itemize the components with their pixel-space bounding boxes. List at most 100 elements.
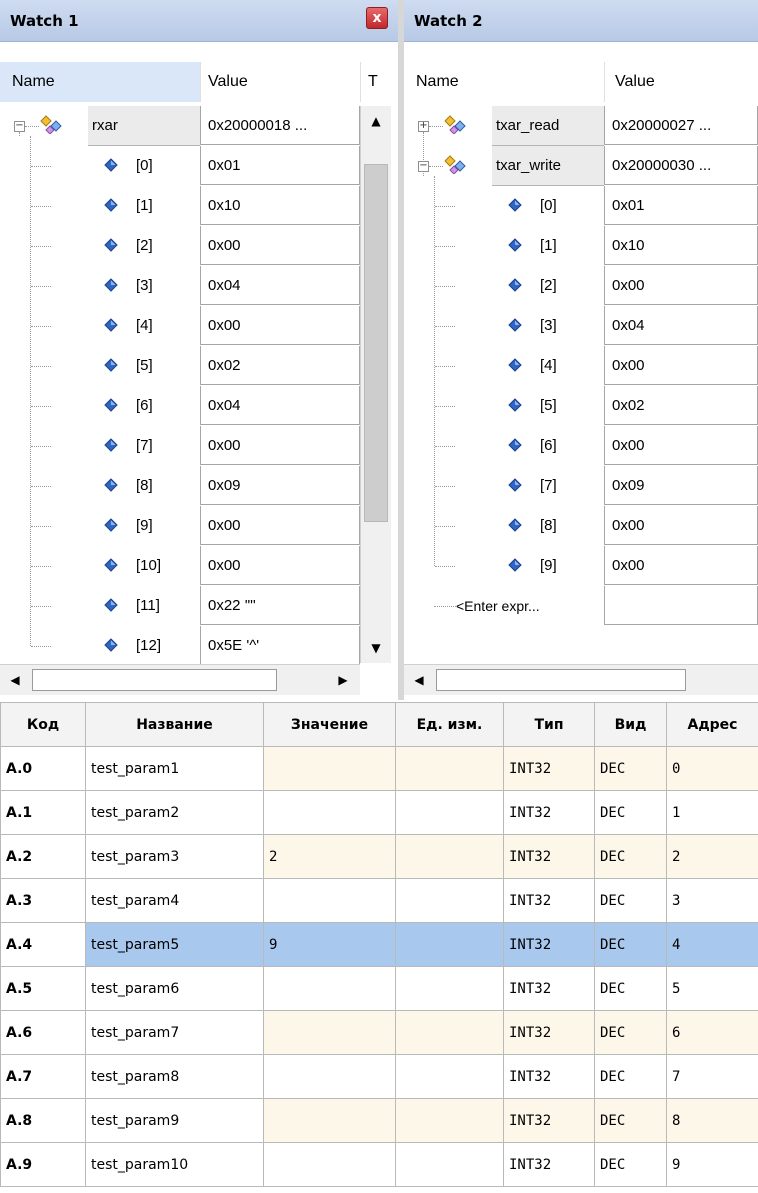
watch1-close-button[interactable]: x bbox=[366, 7, 388, 29]
cell-type[interactable]: INT32 bbox=[503, 922, 595, 967]
column-header[interactable]: Код bbox=[0, 702, 86, 747]
cell-view[interactable]: DEC bbox=[594, 1010, 667, 1055]
watch1-hscroll-thumb[interactable] bbox=[32, 669, 277, 691]
cell-name[interactable]: test_param6 bbox=[85, 966, 264, 1011]
watch-item-row[interactable]: [2] 0x00 bbox=[404, 266, 758, 306]
cell-name[interactable]: test_param4 bbox=[85, 878, 264, 923]
watch2-col-name[interactable]: Name bbox=[404, 62, 604, 102]
cell-address[interactable]: 0 bbox=[666, 746, 758, 791]
cell-unit[interactable] bbox=[395, 790, 504, 835]
watch-item-value[interactable]: 0x04 bbox=[604, 306, 758, 345]
watch-item-value[interactable]: 0x00 bbox=[604, 266, 758, 305]
watch-item-value[interactable]: 0x02 bbox=[604, 386, 758, 425]
watch-item-row[interactable]: [12] 0x5E '^' bbox=[0, 626, 360, 666]
collapse-icon[interactable]: − bbox=[418, 161, 429, 172]
watch-item-value[interactable]: 0x10 bbox=[604, 226, 758, 265]
collapse-icon[interactable]: − bbox=[14, 121, 25, 132]
cell-name[interactable]: test_param1 bbox=[85, 746, 264, 791]
cell-view[interactable]: DEC bbox=[594, 746, 667, 791]
cell-address[interactable]: 9 bbox=[666, 1142, 758, 1187]
column-header[interactable]: Вид bbox=[594, 702, 667, 747]
cell-address[interactable]: 6 bbox=[666, 1010, 758, 1055]
watch-item-value[interactable]: 0x00 bbox=[200, 426, 360, 465]
cell-view[interactable]: DEC bbox=[594, 878, 667, 923]
scroll-left-button[interactable]: ◀ bbox=[0, 665, 30, 695]
cell-code[interactable]: A.5 bbox=[0, 966, 86, 1011]
watch-item-row[interactable]: [3] 0x04 bbox=[404, 306, 758, 346]
watch-item-value[interactable]: 0x00 bbox=[604, 426, 758, 465]
watch-item-row[interactable]: [0] 0x01 bbox=[404, 186, 758, 226]
cell-address[interactable]: 4 bbox=[666, 922, 758, 967]
column-header[interactable]: Название bbox=[85, 702, 264, 747]
enter-expression-row[interactable]: <Enter expr... bbox=[404, 586, 758, 626]
watch1-title-bar[interactable]: Watch 1 x bbox=[0, 0, 398, 42]
watch2-hscroll-thumb[interactable] bbox=[436, 669, 686, 691]
cell-unit[interactable] bbox=[395, 746, 504, 791]
watch-item-row[interactable]: [10] 0x00 bbox=[0, 546, 360, 586]
cell-type[interactable]: INT32 bbox=[503, 1010, 595, 1055]
cell-view[interactable]: DEC bbox=[594, 966, 667, 1011]
cell-value[interactable]: 9 bbox=[263, 922, 396, 967]
cell-address[interactable]: 1 bbox=[666, 790, 758, 835]
cell-name[interactable]: test_param2 bbox=[85, 790, 264, 835]
cell-view[interactable]: DEC bbox=[594, 1098, 667, 1143]
cell-view[interactable]: DEC bbox=[594, 1142, 667, 1187]
cell-value[interactable] bbox=[263, 1098, 396, 1143]
cell-type[interactable]: INT32 bbox=[503, 878, 595, 923]
watch-item-row[interactable]: [11] 0x22 '"' bbox=[0, 586, 360, 626]
cell-type[interactable]: INT32 bbox=[503, 746, 595, 791]
cell-name[interactable]: test_param7 bbox=[85, 1010, 264, 1055]
cell-code[interactable]: A.9 bbox=[0, 1142, 86, 1187]
cell-view[interactable]: DEC bbox=[594, 790, 667, 835]
cell-code[interactable]: A.4 bbox=[0, 922, 86, 967]
watch1-col-value[interactable]: Value bbox=[200, 62, 360, 102]
table-row[interactable]: A.3 test_param4 INT32 DEC 3 bbox=[0, 878, 758, 923]
cell-type[interactable]: INT32 bbox=[503, 790, 595, 835]
watch-item-row[interactable]: [1] 0x10 bbox=[404, 226, 758, 266]
cell-address[interactable]: 3 bbox=[666, 878, 758, 923]
watch-item-value[interactable]: 0x00 bbox=[200, 226, 360, 265]
table-row[interactable]: A.2 test_param3 2 INT32 DEC 2 bbox=[0, 834, 758, 879]
watch-item-row[interactable]: [4] 0x00 bbox=[0, 306, 360, 346]
column-header[interactable]: Значение bbox=[263, 702, 396, 747]
cell-value[interactable] bbox=[263, 746, 396, 791]
column-header[interactable]: Адрес bbox=[666, 702, 758, 747]
cell-view[interactable]: DEC bbox=[594, 922, 667, 967]
cell-type[interactable]: INT32 bbox=[503, 1054, 595, 1099]
cell-type[interactable]: INT32 bbox=[503, 1142, 595, 1187]
cell-code[interactable]: A.7 bbox=[0, 1054, 86, 1099]
cell-unit[interactable] bbox=[395, 878, 504, 923]
cell-address[interactable]: 7 bbox=[666, 1054, 758, 1099]
cell-address[interactable]: 5 bbox=[666, 966, 758, 1011]
watch-item-value[interactable]: 0x00 bbox=[200, 306, 360, 345]
watch-item-value[interactable]: 0x00 bbox=[604, 506, 758, 545]
watch-root-value[interactable]: 0x20000030 ... bbox=[604, 146, 758, 185]
watch-item-value[interactable]: 0x00 bbox=[604, 346, 758, 385]
cell-code[interactable]: A.8 bbox=[0, 1098, 86, 1143]
watch-item-row[interactable]: [9] 0x00 bbox=[404, 546, 758, 586]
cell-type[interactable]: INT32 bbox=[503, 834, 595, 879]
watch-item-value[interactable]: 0x00 bbox=[604, 546, 758, 585]
watch-item-value[interactable]: 0x5E '^' bbox=[200, 626, 360, 665]
cell-unit[interactable] bbox=[395, 966, 504, 1011]
watch1-horizontal-scrollbar[interactable]: ◀ ▶ bbox=[0, 664, 360, 695]
cell-unit[interactable] bbox=[395, 1098, 504, 1143]
cell-unit[interactable] bbox=[395, 1142, 504, 1187]
scroll-up-button[interactable]: ▲ bbox=[361, 106, 391, 136]
cell-value[interactable] bbox=[263, 966, 396, 1011]
watch-item-row[interactable]: [5] 0x02 bbox=[404, 386, 758, 426]
cell-value[interactable] bbox=[263, 878, 396, 923]
table-row[interactable]: A.1 test_param2 INT32 DEC 1 bbox=[0, 790, 758, 835]
cell-value[interactable] bbox=[263, 790, 396, 835]
table-row[interactable]: A.5 test_param6 INT32 DEC 5 bbox=[0, 966, 758, 1011]
watch-item-value[interactable]: 0x22 '"' bbox=[200, 586, 360, 625]
watch-item-row[interactable]: [8] 0x00 bbox=[404, 506, 758, 546]
cell-view[interactable]: DEC bbox=[594, 1054, 667, 1099]
cell-type[interactable]: INT32 bbox=[503, 1098, 595, 1143]
watch1-vertical-scrollbar[interactable]: ▲ ▼ bbox=[360, 106, 391, 663]
cell-name[interactable]: test_param3 bbox=[85, 834, 264, 879]
watch-root-value[interactable]: 0x20000027 ... bbox=[604, 106, 758, 145]
watch-item-row[interactable]: [3] 0x04 bbox=[0, 266, 360, 306]
watch-item-row[interactable]: [8] 0x09 bbox=[0, 466, 360, 506]
enter-expression-value[interactable] bbox=[604, 586, 758, 625]
